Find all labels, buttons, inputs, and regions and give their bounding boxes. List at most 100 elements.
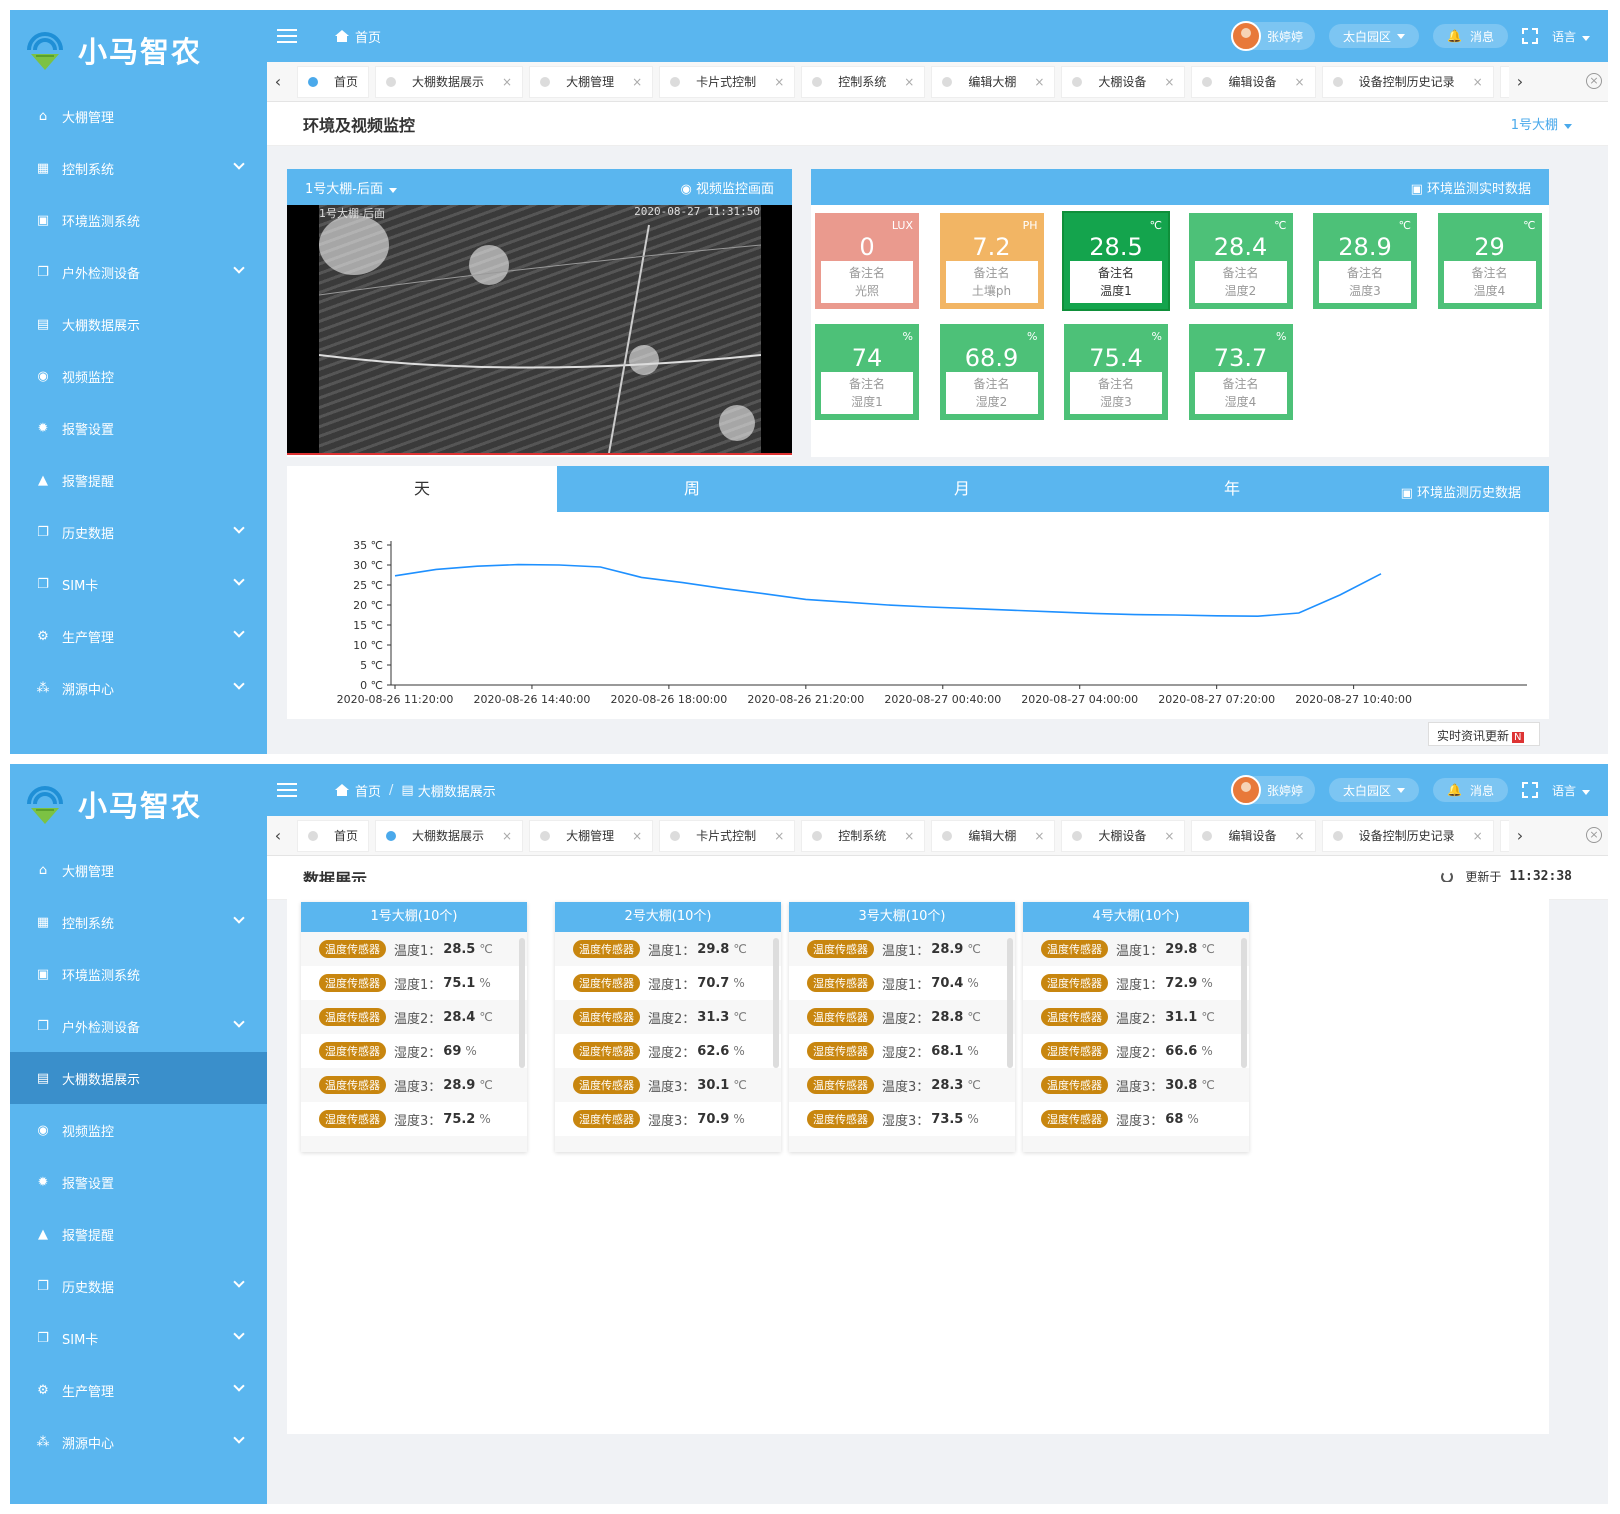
close-icon[interactable]: × [502, 75, 512, 89]
close-icon[interactable]: × [904, 75, 914, 89]
close-all-tabs-icon[interactable]: × [1586, 827, 1602, 843]
sensor-tile[interactable]: ℃ 28.4 备注名 温度2 [1188, 213, 1293, 309]
tab-item[interactable]: 首页 [297, 65, 370, 98]
tabs-scroll-right-icon[interactable]: › [1509, 72, 1531, 91]
sidebar-item[interactable]: ▤ 大棚数据展示 [10, 298, 267, 350]
messages-button[interactable]: 🔔 消息 [1433, 778, 1508, 802]
sensor-tile[interactable]: % 74 备注名 湿度1 [815, 324, 919, 420]
camera-select[interactable]: 1号大棚-后面 [305, 178, 397, 197]
tab-item[interactable]: 大棚管理 × [529, 819, 654, 852]
tab-item[interactable]: 设备控制历史记录 × [1321, 819, 1494, 852]
tabs-scroll-left-icon[interactable]: ‹ [267, 826, 289, 845]
language-select[interactable]: 语言 [1552, 28, 1590, 45]
env-history-link[interactable]: ▣ 环境监测历史数据 [1401, 482, 1521, 501]
user-menu[interactable]: 张婷婷 [1230, 21, 1315, 51]
tab-item[interactable]: 卡片式控制 × [659, 65, 796, 98]
history-tab-month[interactable]: 月 [827, 466, 1097, 512]
close-icon[interactable]: × [1473, 75, 1483, 89]
fullscreen-icon[interactable] [1521, 782, 1538, 798]
sidebar-item[interactable]: ❐ SIM卡 [10, 1312, 267, 1364]
tab-item[interactable]: + [1499, 819, 1509, 852]
video-player[interactable]: 1号大棚-后面 2020-08-27 11:31:50 [287, 205, 792, 455]
close-icon[interactable]: × [1295, 829, 1305, 843]
close-icon[interactable]: × [1164, 829, 1174, 843]
close-icon[interactable]: × [1164, 75, 1174, 89]
history-tab-day[interactable]: 天 [287, 466, 557, 512]
sidebar-item[interactable]: ⚙ 生产管理 [10, 610, 267, 662]
close-all-tabs-icon[interactable]: × [1586, 73, 1602, 89]
tab-item[interactable]: 大棚数据展示 × [375, 65, 524, 98]
park-select[interactable]: 太白园区 [1329, 24, 1420, 48]
sidebar-item[interactable]: ◉ 视频监控 [10, 1104, 267, 1156]
tab-item[interactable]: 编辑大棚 × [931, 65, 1056, 98]
sensor-tile[interactable]: % 75.4 备注名 湿度3 [1064, 324, 1168, 420]
tab-item[interactable]: 大棚管理 × [529, 65, 654, 98]
tab-item[interactable]: + [1499, 65, 1509, 98]
tab-item[interactable]: 编辑设备 × [1191, 65, 1316, 98]
tab-item[interactable]: 设备控制历史记录 × [1321, 65, 1494, 98]
close-icon[interactable]: × [502, 829, 512, 843]
tab-item[interactable]: 大棚设备 × [1061, 819, 1186, 852]
sidebar-item[interactable]: ⌂ 大棚管理 [10, 844, 267, 896]
close-icon[interactable]: × [632, 829, 642, 843]
tab-item[interactable]: 大棚设备 × [1061, 65, 1186, 98]
sensor-tile[interactable]: % 73.7 备注名 湿度4 [1188, 324, 1293, 420]
close-icon[interactable]: × [1034, 829, 1044, 843]
video-progress[interactable] [287, 453, 792, 455]
park-select[interactable]: 太白园区 [1329, 778, 1420, 802]
close-icon[interactable]: × [904, 829, 914, 843]
scrollbar[interactable] [773, 938, 779, 1068]
language-select[interactable]: 语言 [1552, 782, 1590, 799]
greenhouse-select[interactable]: 1号大棚 [1511, 114, 1572, 133]
close-icon[interactable]: × [774, 829, 784, 843]
fullscreen-icon[interactable] [1521, 28, 1538, 44]
scrollbar[interactable] [1241, 938, 1247, 1068]
realtime-news-button[interactable]: 实时资讯更新 N [1428, 722, 1540, 746]
breadcrumb-home[interactable]: 首页 [355, 27, 381, 46]
sidebar-item[interactable]: ❐ 户外检测设备 [10, 1000, 267, 1052]
sensor-tile[interactable]: PH 7.2 备注名 土壤ph [939, 213, 1044, 309]
sidebar-item[interactable]: ◉ 视频监控 [10, 350, 267, 402]
logo[interactable]: 小马智农 [10, 764, 267, 844]
sidebar-item[interactable]: ⚙ 生产管理 [10, 1364, 267, 1416]
sidebar-item[interactable]: ▣ 环境监测系统 [10, 948, 267, 1000]
logo[interactable]: 小马智农 [10, 10, 267, 90]
tab-item[interactable]: 编辑大棚 × [931, 819, 1056, 852]
env-realtime-link[interactable]: ▣ 环境监测实时数据 [1411, 178, 1531, 197]
close-icon[interactable]: × [1295, 75, 1305, 89]
sidebar-item[interactable]: ▤ 大棚数据展示 [10, 1052, 267, 1104]
scrollbar[interactable] [1007, 938, 1013, 1068]
menu-toggle-icon[interactable] [277, 29, 297, 43]
sidebar-item[interactable]: ▦ 控制系统 [10, 142, 267, 194]
sidebar-item[interactable]: ⁂ 溯源中心 [10, 1416, 267, 1468]
tabs-scroll-left-icon[interactable]: ‹ [267, 72, 289, 91]
close-icon[interactable]: × [1034, 75, 1044, 89]
breadcrumb-home[interactable]: 首页 [355, 781, 381, 800]
close-icon[interactable]: × [632, 75, 642, 89]
refresh-icon[interactable] [1441, 870, 1454, 883]
sidebar-item[interactable]: ▲ 报警提醒 [10, 1208, 267, 1260]
tab-item[interactable]: 首页 [297, 819, 370, 852]
sensor-tile[interactable]: ℃ 28.5 备注名 温度1 [1064, 213, 1168, 309]
sidebar-item[interactable]: ▲ 报警提醒 [10, 454, 267, 506]
history-tab-week[interactable]: 周 [557, 466, 827, 512]
user-menu[interactable]: 张婷婷 [1230, 775, 1315, 805]
sensor-tile[interactable]: % 68.9 备注名 湿度2 [939, 324, 1044, 420]
sensor-tile[interactable]: ℃ 28.9 备注名 温度3 [1313, 213, 1417, 309]
sidebar-item[interactable]: ✹ 报警设置 [10, 402, 267, 454]
sidebar-item[interactable]: ⌂ 大棚管理 [10, 90, 267, 142]
tab-item[interactable]: 编辑设备 × [1191, 819, 1316, 852]
menu-toggle-icon[interactable] [277, 783, 297, 797]
sensor-tile[interactable]: ℃ 29 备注名 温度4 [1437, 213, 1542, 309]
tab-item[interactable]: 卡片式控制 × [659, 819, 796, 852]
tab-item[interactable]: 控制系统 × [801, 819, 926, 852]
close-icon[interactable]: × [774, 75, 784, 89]
messages-button[interactable]: 🔔 消息 [1433, 24, 1508, 48]
scrollbar[interactable] [519, 938, 525, 1068]
close-icon[interactable]: × [1473, 829, 1483, 843]
sidebar-item[interactable]: ▣ 环境监测系统 [10, 194, 267, 246]
sidebar-item[interactable]: ❐ SIM卡 [10, 558, 267, 610]
sidebar-item[interactable]: ▦ 控制系统 [10, 896, 267, 948]
sidebar-item[interactable]: ❐ 历史数据 [10, 1260, 267, 1312]
sidebar-item[interactable]: ⁂ 溯源中心 [10, 662, 267, 714]
